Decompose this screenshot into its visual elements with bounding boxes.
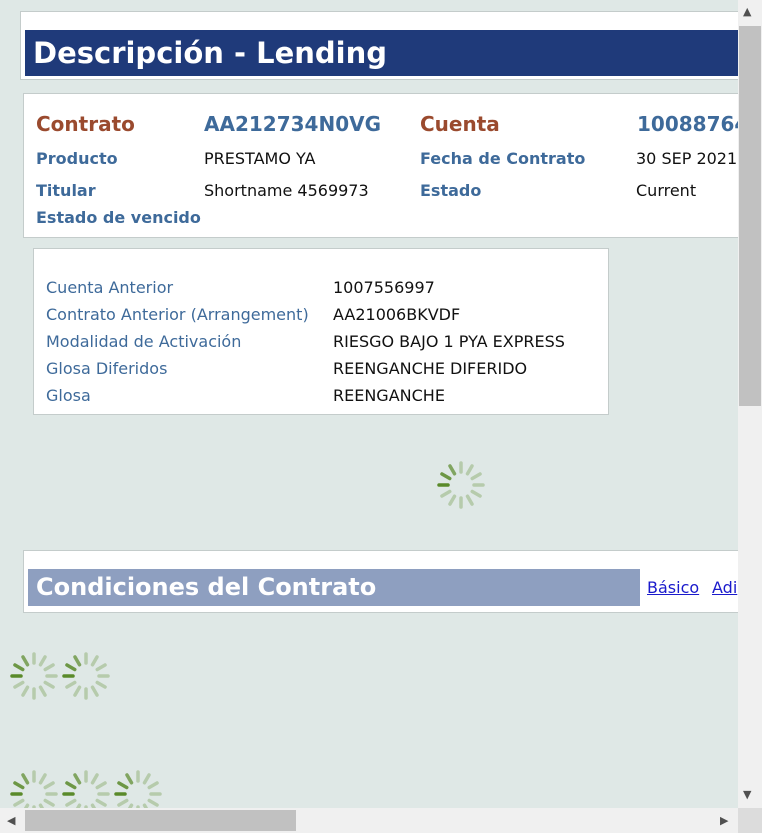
arrow-up-icon[interactable]: ▲ bbox=[743, 6, 751, 17]
estado-label: Estado bbox=[420, 181, 482, 200]
arrow-down-icon[interactable]: ▼ bbox=[743, 789, 751, 800]
detail-label: Contrato Anterior (Arrangement) bbox=[46, 305, 309, 324]
loading-spinner-icon bbox=[10, 770, 58, 808]
detail-label: Cuenta Anterior bbox=[46, 278, 174, 297]
scrollbar-corner bbox=[738, 808, 762, 833]
cuenta-value: 10088764 bbox=[637, 112, 738, 136]
detail-value: 1007556997 bbox=[333, 278, 435, 297]
titular-value: Shortname 4569973 bbox=[204, 181, 369, 200]
loading-spinner-icon bbox=[437, 461, 485, 509]
title-panel: Descripción - Lending bbox=[20, 11, 738, 80]
contrato-value: AA212734N0VG bbox=[204, 112, 382, 136]
detail-value: REENGANCHE bbox=[333, 386, 445, 405]
loading-spinner-icon bbox=[10, 652, 58, 700]
basico-link[interactable]: Básico bbox=[647, 578, 699, 597]
horizontal-scroll-thumb[interactable] bbox=[25, 810, 296, 831]
conditions-panel: Condiciones del Contrato Básico Adi bbox=[23, 550, 738, 613]
contract-summary-panel: Contrato AA212734N0VG Cuenta 10088764 Pr… bbox=[23, 93, 738, 238]
arrow-left-icon[interactable]: ◀ bbox=[7, 815, 15, 826]
cuenta-label: Cuenta bbox=[420, 112, 500, 136]
conditions-title: Condiciones del Contrato bbox=[28, 569, 640, 606]
detail-label: Modalidad de Activación bbox=[46, 332, 242, 351]
fecha-contrato-label: Fecha de Contrato bbox=[420, 149, 586, 168]
page-viewport: Descripción - Lending Contrato AA212734N… bbox=[0, 0, 738, 808]
vertical-scroll-thumb[interactable] bbox=[739, 26, 761, 406]
producto-value: PRESTAMO YA bbox=[204, 149, 316, 168]
detail-label: Glosa Diferidos bbox=[46, 359, 168, 378]
loading-spinner-icon bbox=[114, 770, 162, 808]
loading-spinner-icon bbox=[62, 770, 110, 808]
detail-value: RIESGO BAJO 1 PYA EXPRESS bbox=[333, 332, 565, 351]
arrow-right-icon[interactable]: ▶ bbox=[720, 815, 728, 826]
estado-vencido-label: Estado de vencido bbox=[36, 208, 201, 227]
fecha-contrato-value: 30 SEP 2021 bbox=[636, 149, 738, 168]
loading-spinner-icon bbox=[62, 652, 110, 700]
producto-label: Producto bbox=[36, 149, 118, 168]
contrato-label: Contrato bbox=[36, 112, 135, 136]
estado-value: Current bbox=[636, 181, 697, 200]
adicional-link[interactable]: Adi bbox=[712, 578, 737, 597]
detail-value: AA21006BKVDF bbox=[333, 305, 461, 324]
details-panel: Cuenta Anterior 1007556997 Contrato Ante… bbox=[33, 248, 609, 415]
detail-value: REENGANCHE DIFERIDO bbox=[333, 359, 528, 378]
detail-label: Glosa bbox=[46, 386, 91, 405]
page-title: Descripción - Lending bbox=[25, 30, 738, 76]
titular-label: Titular bbox=[36, 181, 96, 200]
